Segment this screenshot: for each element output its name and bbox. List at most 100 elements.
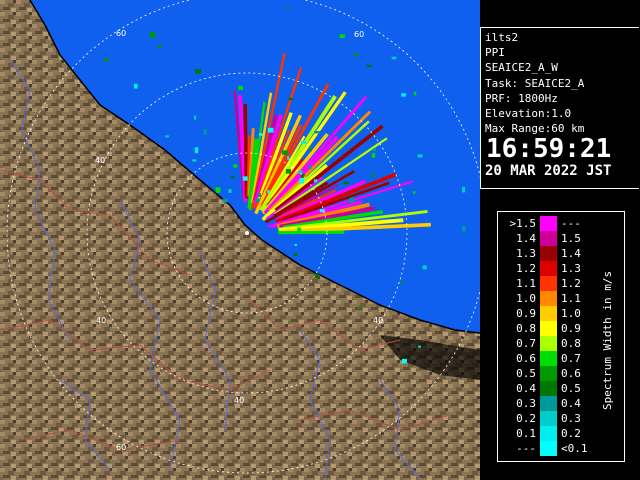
legend-row: 1.4 1.5 [498, 231, 598, 246]
echo-speckle [354, 53, 359, 57]
echo-speckle [259, 133, 263, 136]
echo-speckle [231, 175, 235, 179]
ring-label-60-bottom-left: 60 [116, 443, 126, 452]
echo-speckle [195, 69, 201, 74]
legend-upper-bound: 0.2 [561, 427, 581, 440]
legend-row: 1.2 1.3 [498, 261, 598, 276]
echo-speckle [149, 32, 156, 38]
legend-swatch [540, 306, 557, 321]
echo-speckle [461, 226, 466, 232]
ring-label-40-left: 40 [95, 156, 105, 165]
echo-speckle [192, 159, 197, 162]
legend-lower-bound: 0.9 [516, 307, 536, 320]
task-name: Task: SEAICE2_A [485, 76, 585, 90]
legend-upper-bound: 1.5 [561, 232, 581, 245]
elevation-value: Elevation:1.0 [485, 107, 572, 121]
legend-upper-bound: 1.3 [561, 262, 581, 275]
legend-lower-bound: 0.7 [516, 337, 536, 350]
radar-map: 60 60 40 40 40 40 60 [0, 0, 480, 480]
echo-speckle [255, 198, 260, 203]
legend-unit-label: Spectrum Width in m/s [601, 270, 614, 410]
echo-speckle [267, 127, 274, 133]
ring-label-40-right: 40 [373, 316, 383, 325]
legend-swatch [540, 426, 557, 441]
echo-speckle [287, 6, 290, 9]
legend-swatch [540, 246, 557, 261]
legend-row: 1.0 1.1 [498, 291, 598, 306]
legend-upper-bound: 0.3 [561, 412, 581, 425]
legend-row: 0.2 0.3 [498, 411, 598, 426]
ring-label-40-lower-left: 40 [96, 316, 106, 325]
legend-swatch [540, 441, 557, 456]
echo-speckle [373, 148, 376, 152]
echo-streak [243, 103, 249, 199]
echo-streak [277, 230, 345, 235]
legend-row: 1.3 1.4 [498, 246, 598, 261]
legend-upper-bound: 1.0 [561, 307, 581, 320]
legend-lower-bound: >1.5 [509, 217, 537, 230]
ring-label-40-bottom: 40 [234, 396, 244, 405]
legend-lower-bound: 0.1 [516, 427, 536, 440]
echo-speckle [165, 135, 169, 138]
legend-swatch [540, 231, 557, 246]
echo-speckle [133, 83, 138, 89]
legend-row: 0.4 0.5 [498, 381, 598, 396]
legend-swatch [540, 366, 557, 381]
legend-row: 0.1 0.2 [498, 426, 598, 441]
legend-lower-bound: 0.4 [516, 382, 536, 395]
legend-row: 0.6 0.7 [498, 351, 598, 366]
prf-value: PRF: 1800Hz [485, 91, 558, 105]
legend-swatch [540, 351, 557, 366]
legend-upper-bound: 0.6 [561, 367, 581, 380]
echo-speckle [285, 168, 292, 174]
echo-speckle [267, 190, 270, 194]
echo-speckle [194, 147, 199, 154]
legend-lower-bound: --- [516, 442, 536, 455]
echo-speckle [313, 179, 318, 183]
radar-site-marker [245, 231, 249, 235]
echo-speckle [215, 187, 221, 193]
ring-label-60-top-right: 60 [354, 30, 364, 39]
echo-speckle [158, 45, 162, 49]
legend-upper-bound: 0.4 [561, 397, 581, 410]
echo-speckle [371, 173, 374, 178]
echo-speckle [401, 358, 407, 364]
echo-speckle [103, 58, 109, 62]
legend-lower-bound: 0.6 [516, 352, 536, 365]
echo-speckle [297, 227, 302, 233]
legend-swatch [540, 276, 557, 291]
echo-speckle [339, 34, 345, 38]
legend-row: 0.9 1.0 [498, 306, 598, 321]
echo-speckle [287, 156, 290, 160]
legend-lower-bound: 0.8 [516, 322, 536, 335]
echo-speckle [400, 281, 403, 284]
echo-speckle [293, 252, 298, 256]
echo-speckle [391, 56, 397, 60]
legend-upper-bound: <0.1 [561, 442, 588, 455]
legend-upper-bound: 1.1 [561, 292, 581, 305]
legend-row: 0.8 0.9 [498, 321, 598, 336]
echo-speckle [366, 64, 372, 68]
legend-lower-bound: 0.2 [516, 412, 536, 425]
legend-lower-bound: 1.3 [516, 247, 536, 260]
legend-upper-bound: 1.4 [561, 247, 581, 260]
echo-speckle [203, 129, 207, 135]
legend-lower-bound: 0.5 [516, 367, 536, 380]
echo-speckle [257, 193, 261, 198]
scan-name: SEAICE2_A_W [485, 61, 558, 75]
site-name: ilts2 [485, 31, 519, 44]
legend-upper-bound: 0.8 [561, 337, 581, 350]
echo-speckle [343, 181, 349, 185]
echo-speckle [294, 243, 298, 246]
observation-date: 20 MAR 2022 JST [485, 163, 612, 180]
echo-speckle [242, 176, 248, 181]
legend-swatch [540, 411, 557, 426]
echo-speckle [282, 150, 288, 155]
echo-speckle [413, 91, 417, 96]
echo-speckle [288, 97, 293, 101]
legend-lower-bound: 1.0 [516, 292, 536, 305]
echo-speckle [371, 153, 376, 158]
legend-upper-bound: --- [561, 217, 581, 230]
echo-speckle [233, 164, 238, 168]
legend-lower-bound: 1.2 [516, 262, 536, 275]
